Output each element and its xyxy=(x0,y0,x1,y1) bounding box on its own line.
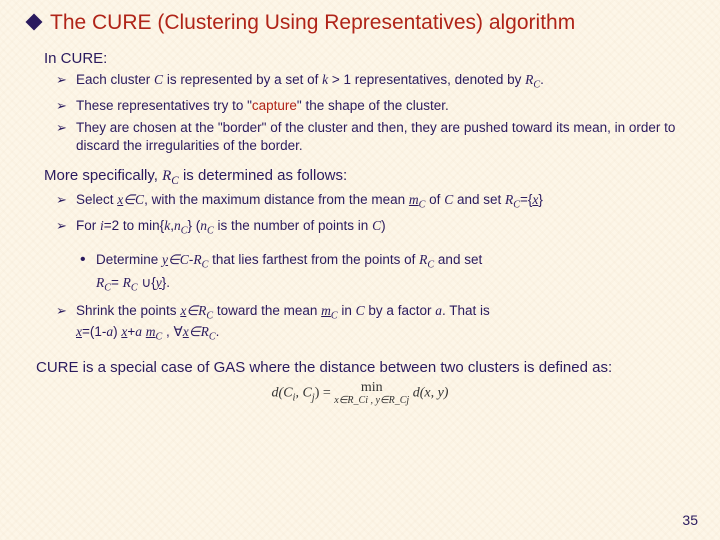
bullet-group-2c: Shrink the points x∈RC toward the mean m… xyxy=(28,302,692,345)
bullet-group-2: Select x∈C, with the maximum distance fr… xyxy=(28,191,692,238)
section-heading-2: More specifically, RC is determined as f… xyxy=(44,167,692,187)
min-operator: minx∈R_Ci , y∈R_Cj xyxy=(334,381,409,406)
section-heading-1: In CURE: xyxy=(44,50,692,67)
bullet-1c: They are chosen at the "border" of the c… xyxy=(56,119,692,155)
page-number: 35 xyxy=(682,512,698,528)
title-row: The CURE (Clustering Using Representativ… xyxy=(28,10,692,36)
footer-text: CURE is a special case of GAS where the … xyxy=(36,358,684,378)
slide-title: The CURE (Clustering Using Representativ… xyxy=(50,10,575,36)
sub-bullet-group: Determine y∈C-RC that lies farthest from… xyxy=(28,250,692,296)
bullet-1a: Each cluster C is represented by a set o… xyxy=(56,71,692,92)
bullet-group-1: Each cluster C is represented by a set o… xyxy=(28,71,692,155)
slide-container: The CURE (Clustering Using Representativ… xyxy=(0,0,720,540)
bullet-1b: These representatives try to "capture" t… xyxy=(56,97,692,115)
bullet-2a: Select x∈C, with the maximum distance fr… xyxy=(56,191,692,212)
sub-bullet-1: Determine y∈C-RC that lies farthest from… xyxy=(80,250,692,296)
bullet-2b: For i=2 to min{k,nC} (nC is the number o… xyxy=(56,217,692,238)
bullet-2c: Shrink the points x∈RC toward the mean m… xyxy=(56,302,692,345)
distance-formula: d(Ci, Cj) = minx∈R_Ci , y∈R_Cj d(x, y) xyxy=(28,381,692,406)
diamond-bullet-icon xyxy=(26,14,43,31)
